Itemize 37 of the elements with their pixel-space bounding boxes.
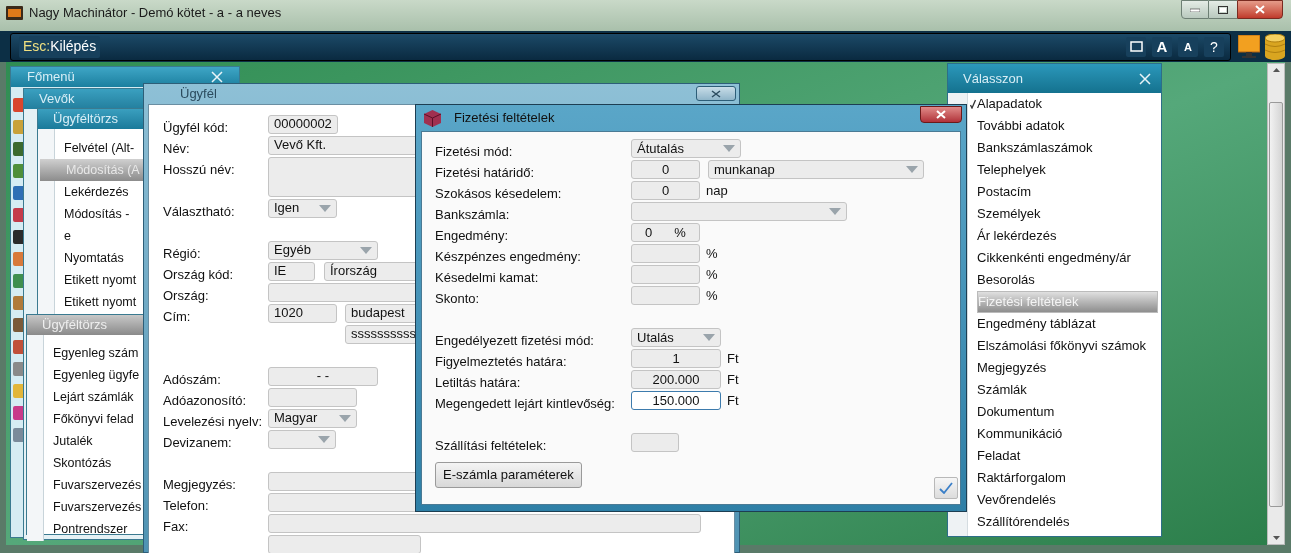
field-label: Adószám: bbox=[163, 371, 221, 387]
panel-title: Főmenü bbox=[27, 68, 75, 87]
field-label: Engedmény: bbox=[435, 228, 508, 243]
field-label: Megjegyzés: bbox=[163, 476, 236, 492]
field-label: Ország kód: bbox=[163, 266, 234, 282]
field-label: Fizetési határidő: bbox=[435, 165, 534, 180]
field-label: Szokásos késedelem: bbox=[435, 186, 562, 201]
unit-label: % bbox=[706, 245, 718, 263]
field-label: Név: bbox=[163, 140, 190, 156]
field-label: Megengedett lejárt kintlevőség: bbox=[435, 396, 615, 411]
unit-label: Ft bbox=[727, 371, 739, 389]
field-label: Fax: bbox=[163, 518, 189, 534]
unit-label: Ft bbox=[727, 392, 739, 410]
field-label: Adóazonosító: bbox=[163, 392, 247, 408]
field-label: Skonto: bbox=[435, 291, 480, 306]
field-label: Készpénzes engedmény: bbox=[435, 249, 581, 264]
field-label: Választható: bbox=[163, 203, 235, 219]
field-label: Régió: bbox=[163, 245, 201, 261]
unit-label: nap bbox=[706, 182, 728, 200]
field-label: Devizanem: bbox=[163, 434, 232, 450]
unit-label: % bbox=[706, 266, 718, 284]
panel-title: Válasszon bbox=[963, 69, 1023, 88]
field-label: Szállítási feltételek: bbox=[435, 438, 547, 453]
field-label: Késedelmi kamat: bbox=[435, 270, 539, 285]
field-label: Letiltás határa: bbox=[435, 375, 521, 390]
field-label: Telefon: bbox=[163, 497, 209, 513]
window-title: Nagy Machinátor - Demó kötet - a - a neves bbox=[29, 5, 282, 21]
unit-label: % bbox=[706, 287, 718, 305]
field-label: Fizetési mód: bbox=[435, 144, 513, 159]
field-label: Hosszú név: bbox=[163, 161, 235, 177]
dialog-title: Fizetési feltételek bbox=[454, 109, 555, 128]
field-label: Bankszámla: bbox=[435, 207, 510, 222]
field-label: Levelezési nyelv: bbox=[163, 413, 262, 429]
field-label: Ország: bbox=[163, 287, 209, 303]
unit-label: Ft bbox=[727, 350, 739, 368]
field-label: Figyelmeztetés határa: bbox=[435, 354, 567, 369]
field-label: Engedélyezett fizetési mód: bbox=[435, 333, 594, 348]
